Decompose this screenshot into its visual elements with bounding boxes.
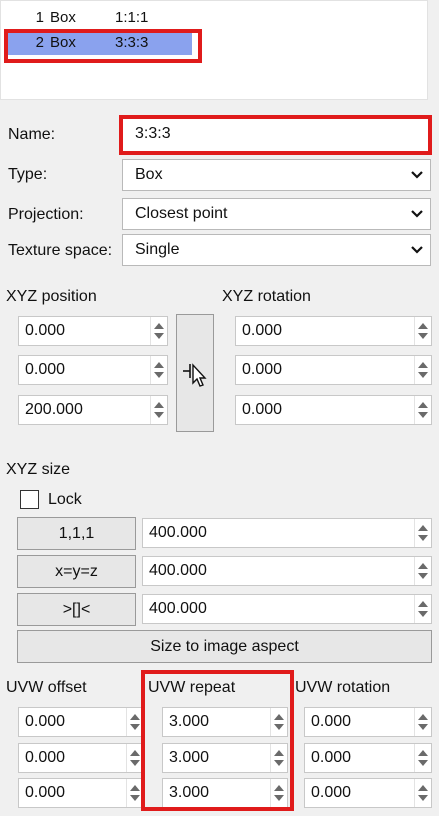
spin-arrows[interactable]	[414, 396, 431, 424]
uvw-offset-u-input[interactable]: 0.000	[18, 707, 144, 737]
rotation-x-input[interactable]: 0.000	[235, 316, 432, 346]
texture-space-label: Texture space:	[8, 242, 113, 259]
spin-arrows[interactable]	[414, 779, 431, 807]
spin-arrows[interactable]	[150, 317, 167, 345]
uvw-rotation-w-input[interactable]: 0.000	[304, 778, 432, 808]
projection-select[interactable]: Closest point	[122, 198, 431, 230]
position-z-input[interactable]: 200.000	[18, 395, 168, 425]
spin-arrows[interactable]	[414, 519, 431, 547]
type-label: Type:	[8, 166, 48, 183]
rotation-z-input[interactable]: 0.000	[235, 395, 432, 425]
type-select[interactable]: Box	[122, 159, 431, 191]
xyz-size-label: XYZ size	[6, 461, 71, 478]
list-item-selected[interactable]: 2 Box 3:3:3	[6, 31, 192, 55]
spin-arrows[interactable]	[414, 595, 431, 623]
size-z-input[interactable]: 400.000	[142, 594, 432, 624]
spin-arrows[interactable]	[126, 708, 143, 736]
pick-position-button[interactable]	[176, 314, 214, 432]
size-to-image-aspect-button[interactable]: Size to image aspect	[17, 630, 432, 663]
lock-checkbox[interactable]	[20, 490, 39, 509]
xyz-position-label: XYZ position	[6, 288, 97, 305]
chevron-down-icon	[411, 210, 423, 218]
spin-arrows[interactable]	[270, 708, 287, 736]
uvw-offset-w-input[interactable]: 0.000	[18, 778, 144, 808]
type-select-value: Box	[135, 166, 163, 183]
spin-arrows[interactable]	[126, 779, 143, 807]
spin-arrows[interactable]	[270, 744, 287, 772]
spin-arrows[interactable]	[150, 356, 167, 384]
list-item-name: 3:3:3	[115, 34, 149, 51]
spin-arrows[interactable]	[414, 317, 431, 345]
projection-list[interactable]: 1 Box 1:1:1 2 Box 3:3:3	[0, 0, 428, 100]
chevron-down-icon	[411, 171, 423, 179]
list-item-index: 1	[35, 9, 44, 26]
size-equalize-button[interactable]: x=y=z	[17, 555, 136, 588]
spin-arrows[interactable]	[414, 557, 431, 585]
lock-label: Lock	[48, 491, 82, 508]
uvw-repeat-w-input[interactable]: 3.000	[162, 778, 288, 808]
uvw-repeat-label: UVW repeat	[148, 679, 236, 696]
size-reset-button[interactable]: 1,1,1	[17, 517, 136, 550]
size-x-input[interactable]: 400.000	[142, 518, 432, 548]
list-item-type: Box	[50, 9, 76, 26]
uvw-repeat-v-input[interactable]: 3.000	[162, 743, 288, 773]
position-y-input[interactable]: 0.000	[18, 355, 168, 385]
name-label: Name:	[8, 126, 56, 143]
texture-space-select-value: Single	[135, 241, 180, 258]
projection-label: Projection:	[8, 206, 84, 223]
uvw-rotation-label: UVW rotation	[295, 679, 391, 696]
list-item-type: Box	[50, 34, 76, 51]
texture-space-select[interactable]: Single	[122, 234, 431, 266]
chevron-down-icon	[411, 246, 423, 254]
spin-arrows[interactable]	[414, 708, 431, 736]
size-y-input[interactable]: 400.000	[142, 556, 432, 586]
xyz-rotation-label: XYZ rotation	[222, 288, 311, 305]
spin-arrows[interactable]	[414, 356, 431, 384]
uvw-rotation-u-input[interactable]: 0.000	[304, 707, 432, 737]
projection-select-value: Closest point	[135, 205, 228, 222]
spin-arrows[interactable]	[270, 779, 287, 807]
list-item-index: 2	[35, 34, 44, 51]
spin-arrows[interactable]	[126, 744, 143, 772]
spin-arrows[interactable]	[150, 396, 167, 424]
position-x-input[interactable]: 0.000	[18, 316, 168, 346]
pick-cursor-icon	[183, 363, 207, 387]
uvw-offset-label: UVW offset	[6, 679, 87, 696]
spin-arrows[interactable]	[414, 744, 431, 772]
uvw-repeat-u-input[interactable]: 3.000	[162, 707, 288, 737]
rotation-y-input[interactable]: 0.000	[235, 355, 432, 385]
list-item-name: 1:1:1	[115, 9, 149, 26]
size-fit-button[interactable]: >[]<	[17, 593, 136, 626]
uvw-offset-v-input[interactable]: 0.000	[18, 743, 144, 773]
uvw-rotation-v-input[interactable]: 0.000	[304, 743, 432, 773]
name-field[interactable]: 3:3:3	[122, 118, 431, 152]
